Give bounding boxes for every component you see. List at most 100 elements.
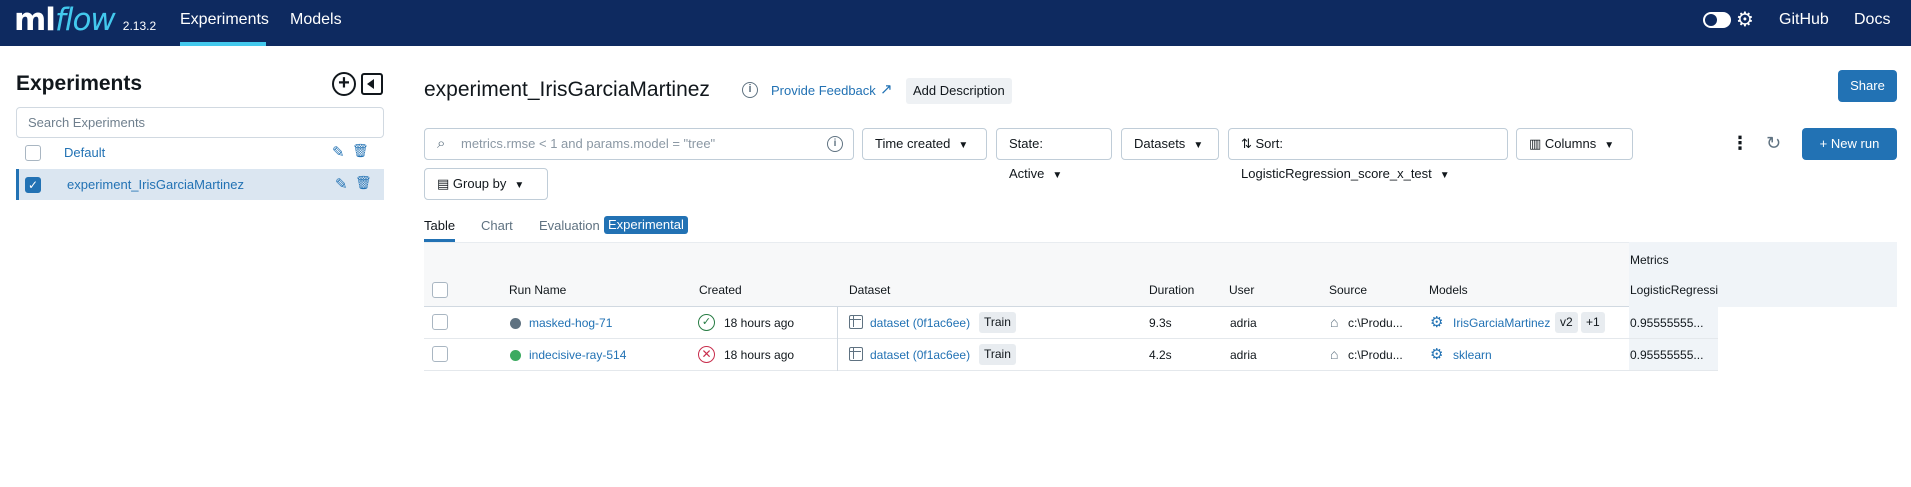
columns-label: Columns bbox=[1544, 136, 1597, 151]
row-checkbox[interactable] bbox=[432, 314, 448, 330]
column-header-user[interactable]: User bbox=[1229, 283, 1254, 297]
experiment-name[interactable]: Default bbox=[64, 145, 105, 160]
metrics-group-label: Metrics bbox=[1630, 253, 1669, 267]
datasets-dropdown[interactable]: Datasets ▼ bbox=[1121, 128, 1219, 160]
row-checkbox[interactable] bbox=[432, 346, 448, 362]
more-models-tag[interactable]: +1 bbox=[1581, 312, 1605, 333]
created-time: 18 hours ago bbox=[724, 348, 795, 362]
column-header-metric[interactable]: LogisticRegressi bbox=[1630, 283, 1718, 297]
model-version-tag: v2 bbox=[1555, 312, 1578, 333]
columns-icon: ▥ bbox=[1529, 136, 1545, 151]
column-header-run-name[interactable]: Run Name bbox=[509, 283, 566, 297]
nav-experiments[interactable]: Experiments bbox=[180, 0, 269, 46]
table-icon bbox=[849, 347, 863, 361]
refresh-icon[interactable]: ↻ bbox=[1766, 133, 1781, 154]
metric-value: 0.95555555... bbox=[1630, 316, 1704, 330]
share-button[interactable]: Share bbox=[1838, 70, 1897, 102]
column-header-duration[interactable]: Duration bbox=[1149, 283, 1194, 297]
sort-label: Sort: LogisticRegression_score_x_test bbox=[1241, 136, 1432, 181]
sort-dropdown[interactable]: ⇅ Sort: LogisticRegression_score_x_test ▼ bbox=[1228, 128, 1508, 181]
experiment-checkbox[interactable] bbox=[25, 145, 41, 161]
logo-flow-text: flow bbox=[54, 2, 116, 38]
github-link[interactable]: GitHub bbox=[1779, 0, 1829, 40]
time-created-dropdown[interactable]: Time created ▼ bbox=[862, 128, 987, 160]
experiment-list-item[interactable]: Default ✎ 🗑 bbox=[16, 137, 384, 168]
time-created-label: Time created bbox=[875, 136, 951, 151]
tab-chart[interactable]: Chart bbox=[481, 218, 513, 242]
new-run-button[interactable]: + New run bbox=[1802, 128, 1897, 160]
source-link[interactable]: c:\Produ... bbox=[1348, 348, 1403, 362]
dataset-link[interactable]: dataset (0f1ac6ee) bbox=[870, 316, 970, 330]
trash-icon[interactable]: 🗑 bbox=[352, 143, 369, 159]
group-by-dropdown[interactable]: ▤ Group by ▼ bbox=[424, 168, 548, 200]
mlflow-logo[interactable]: mlflow 2.13.2 bbox=[14, 2, 156, 42]
group-by-icon: ▤ bbox=[437, 176, 453, 191]
chevron-down-icon: ▼ bbox=[1604, 140, 1615, 151]
dataset-tag: Train bbox=[979, 344, 1016, 365]
table-icon bbox=[849, 315, 863, 329]
plus-icon: + bbox=[1819, 136, 1831, 151]
add-description-button[interactable]: Add Description bbox=[906, 78, 1012, 104]
nav-models[interactable]: Models bbox=[290, 0, 342, 46]
column-header-created[interactable]: Created bbox=[699, 283, 742, 297]
tab-table[interactable]: Table bbox=[424, 218, 456, 242]
trash-icon[interactable]: 🗑 bbox=[355, 175, 372, 191]
dataset-tag: Train bbox=[979, 312, 1016, 333]
metric-value: 0.95555555... bbox=[1630, 348, 1704, 362]
provide-feedback-link[interactable]: Provide Feedback bbox=[771, 83, 876, 98]
run-search-input[interactable]: ⌕ metrics.rmse < 1 and params.model = "t… bbox=[424, 128, 854, 160]
duration-value: 9.3s bbox=[1149, 316, 1172, 330]
chevron-down-icon: ▼ bbox=[1193, 140, 1204, 151]
tab-evaluation[interactable]: Evaluation bbox=[539, 218, 600, 242]
home-icon: ⌂ bbox=[1330, 314, 1339, 330]
experiment-checkbox[interactable]: ✓ bbox=[25, 177, 41, 193]
edit-icon[interactable]: ✎ bbox=[335, 175, 348, 193]
select-all-checkbox[interactable] bbox=[432, 282, 448, 298]
model-link[interactable]: IrisGarciaMartinez bbox=[1453, 316, 1550, 330]
search-icon: ⌕ bbox=[437, 135, 446, 152]
sort-icon: ⇅ bbox=[1241, 136, 1256, 151]
failed-x-icon: ✕ bbox=[698, 346, 715, 363]
search-experiments-input[interactable] bbox=[16, 107, 384, 138]
add-experiment-icon[interactable]: + bbox=[332, 72, 356, 96]
sidebar-title: Experiments bbox=[16, 72, 143, 95]
home-icon: ⌂ bbox=[1330, 346, 1339, 362]
group-by-label: Group by bbox=[452, 176, 507, 191]
table-row[interactable]: indecisive-ray-514 ✕ 18 hours ago datase… bbox=[424, 339, 1718, 371]
experiment-list-item[interactable]: ✓ experiment_IrisGarciaMartinez ✎ 🗑 bbox=[16, 169, 384, 200]
more-options-icon[interactable]: ⋮ bbox=[1731, 134, 1749, 152]
table-row[interactable]: masked-hog-71 ✓ 18 hours ago dataset (0f… bbox=[424, 307, 1718, 339]
column-header-models[interactable]: Models bbox=[1429, 283, 1468, 297]
state-label: State: Active bbox=[1009, 136, 1045, 181]
run-name-link[interactable]: masked-hog-71 bbox=[529, 316, 612, 330]
top-navigation-bar: mlflow 2.13.2 Experiments Models ⚙ GitHu… bbox=[0, 0, 1911, 46]
experiment-title: experiment_IrisGarciaMartinez bbox=[424, 78, 710, 101]
column-header-dataset[interactable]: Dataset bbox=[849, 283, 890, 297]
model-link[interactable]: sklearn bbox=[1453, 348, 1492, 362]
created-time: 18 hours ago bbox=[724, 316, 795, 330]
run-search-placeholder: metrics.rmse < 1 and params.model = "tre… bbox=[461, 136, 716, 151]
dark-mode-toggle[interactable] bbox=[1703, 12, 1731, 28]
docs-link[interactable]: Docs bbox=[1854, 0, 1890, 40]
chevron-down-icon: ▼ bbox=[514, 180, 525, 191]
logo-ml-text: ml bbox=[14, 2, 56, 38]
success-check-icon: ✓ bbox=[698, 314, 715, 331]
chevron-down-icon: ▼ bbox=[958, 140, 969, 151]
model-icon: ⚙ bbox=[1430, 346, 1444, 363]
edit-icon[interactable]: ✎ bbox=[332, 143, 345, 161]
chevron-down-icon: ▼ bbox=[1052, 170, 1063, 181]
experiment-name[interactable]: experiment_IrisGarciaMartinez bbox=[67, 177, 244, 192]
external-link-icon[interactable]: ↗ bbox=[880, 80, 893, 98]
column-header-source[interactable]: Source bbox=[1329, 283, 1367, 297]
gear-icon[interactable]: ⚙ bbox=[1736, 7, 1754, 32]
collapse-sidebar-icon[interactable] bbox=[361, 73, 383, 95]
duration-value: 4.2s bbox=[1149, 348, 1172, 362]
info-icon[interactable]: i bbox=[827, 136, 843, 152]
dataset-link[interactable]: dataset (0f1ac6ee) bbox=[870, 348, 970, 362]
version-label: 2.13.2 bbox=[122, 19, 157, 33]
source-link[interactable]: c:\Produ... bbox=[1348, 316, 1403, 330]
info-icon[interactable]: i bbox=[742, 82, 758, 98]
columns-dropdown[interactable]: ▥ Columns ▼ bbox=[1516, 128, 1633, 160]
state-dropdown[interactable]: State: Active ▼ bbox=[996, 128, 1112, 181]
run-name-link[interactable]: indecisive-ray-514 bbox=[529, 348, 626, 362]
